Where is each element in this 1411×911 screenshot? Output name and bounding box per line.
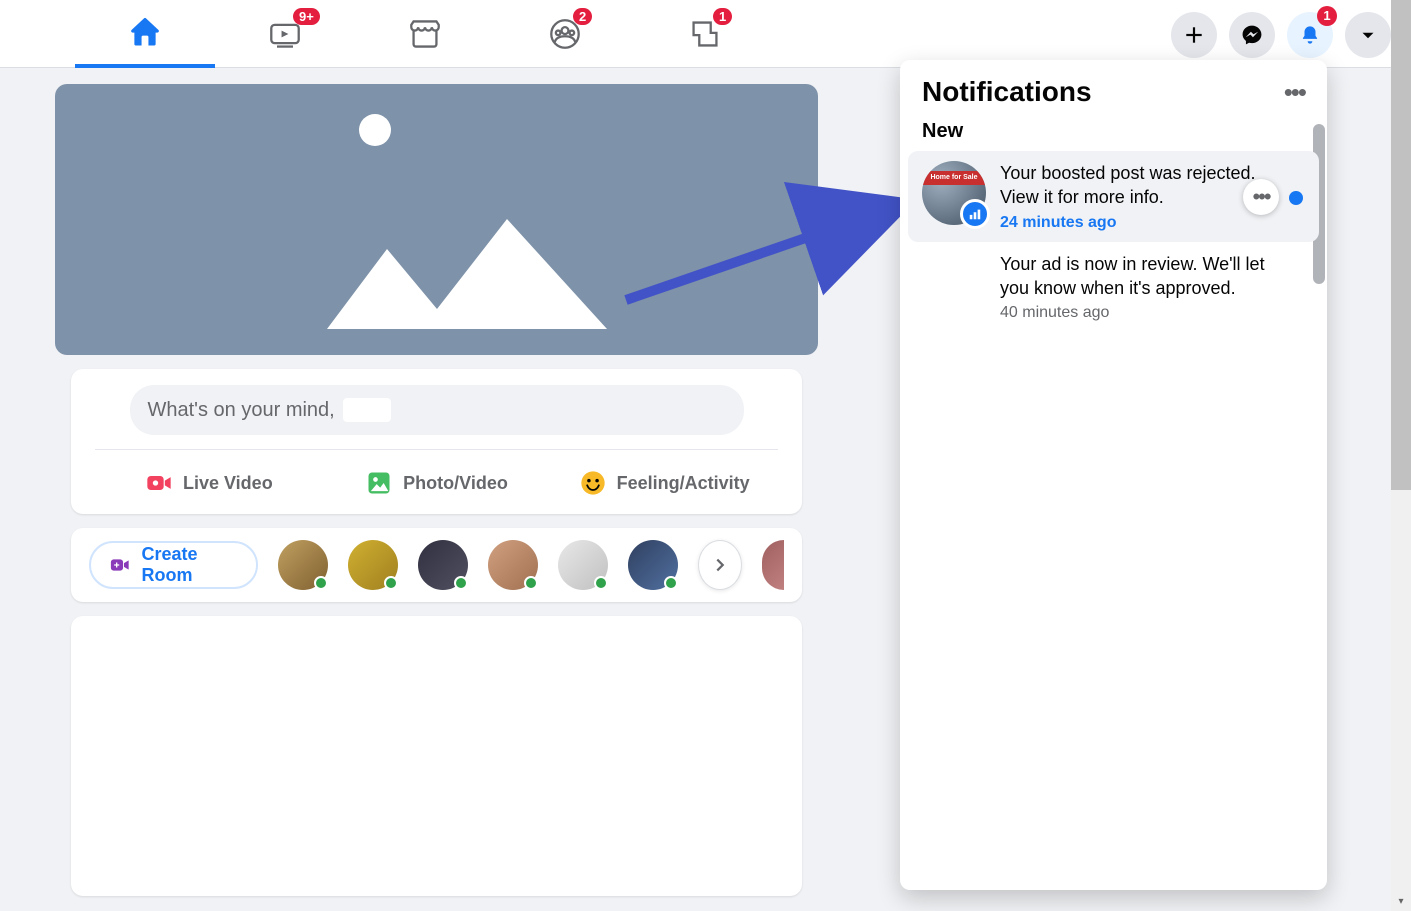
- room-friend-5[interactable]: [558, 540, 608, 590]
- page-scrollbar-thumb[interactable]: [1391, 0, 1411, 490]
- top-right-controls: 1: [1069, 12, 1391, 58]
- notification-item-1[interactable]: Home for Sale Your boosted post was reje…: [908, 151, 1319, 242]
- composer-name-redacted: [343, 398, 391, 422]
- notification-body: Your ad is now in review. We'll let you …: [1000, 252, 1305, 323]
- notification-item-2[interactable]: Your ad is now in review. We'll let you …: [908, 242, 1319, 333]
- home-icon: [129, 16, 161, 48]
- feeling-activity-label: Feeling/Activity: [617, 473, 750, 494]
- composer-input[interactable]: What's on your mind,: [130, 385, 744, 435]
- notification-text: Your boosted post was rejected. View it …: [1000, 161, 1261, 210]
- nav-tabs: 9+ 2 1: [75, 0, 775, 68]
- room-friend-1[interactable]: [278, 540, 328, 590]
- bell-icon: [1299, 24, 1321, 46]
- rooms-card: Create Room: [71, 528, 802, 602]
- live-video-label: Live Video: [183, 473, 273, 494]
- messenger-button[interactable]: [1229, 12, 1275, 58]
- feeling-icon: [579, 469, 607, 497]
- live-video-button[interactable]: Live Video: [95, 460, 323, 506]
- video-plus-icon: [109, 552, 131, 578]
- notifications-button[interactable]: 1: [1287, 12, 1333, 58]
- nav-tab-gaming[interactable]: 1: [635, 0, 775, 68]
- notification-time: 40 minutes ago: [1000, 304, 1295, 322]
- story-placeholder[interactable]: [55, 84, 818, 355]
- room-friend-6[interactable]: [628, 540, 678, 590]
- nav-tab-home[interactable]: [75, 0, 215, 68]
- notifications-header: Notifications •••: [900, 60, 1327, 120]
- photo-video-button[interactable]: Photo/Video: [323, 460, 551, 506]
- caret-down-icon: [1357, 24, 1379, 46]
- marketplace-icon: [409, 18, 441, 50]
- scroll-down-button[interactable]: ▾: [1391, 891, 1411, 911]
- composer-actions: Live Video Photo/Video Feeling/Activity: [95, 460, 778, 506]
- notification-thumbnail: Home for Sale: [922, 161, 986, 225]
- online-dot-icon: [524, 576, 538, 590]
- notifications-title: Notifications: [922, 76, 1092, 108]
- nav-tab-groups[interactable]: 2: [495, 0, 635, 68]
- nav-tab-watch[interactable]: 9+: [215, 0, 355, 68]
- notification-time: 24 minutes ago: [1000, 214, 1261, 232]
- notifications-more-button[interactable]: •••: [1284, 77, 1305, 108]
- placeholder-mountain-icon: [327, 219, 607, 329]
- online-dot-icon: [314, 576, 328, 590]
- online-dot-icon: [594, 576, 608, 590]
- composer-placeholder: What's on your mind,: [148, 399, 335, 422]
- online-dot-icon: [384, 576, 398, 590]
- create-room-button[interactable]: Create Room: [89, 541, 258, 589]
- placeholder-moon-icon: [359, 114, 391, 146]
- watch-badge: 9+: [293, 8, 320, 25]
- chevron-right-icon: [711, 556, 729, 574]
- notification-text: Your ad is now in review. We'll let you …: [1000, 252, 1295, 301]
- photo-icon: [365, 469, 393, 497]
- notification-item-more-button[interactable]: •••: [1243, 179, 1279, 215]
- photo-video-label: Photo/Video: [403, 473, 508, 494]
- feed-column: What's on your mind, Live Video Photo/Vi…: [55, 84, 818, 896]
- online-dot-icon: [664, 576, 678, 590]
- room-friend-2[interactable]: [348, 540, 398, 590]
- gaming-badge: 1: [713, 8, 732, 25]
- notifications-panel: Notifications ••• New Home for Sale Your…: [900, 60, 1327, 890]
- room-friend-4[interactable]: [488, 540, 538, 590]
- live-video-icon: [145, 469, 173, 497]
- online-dot-icon: [454, 576, 468, 590]
- unread-indicator-icon: [1289, 191, 1303, 205]
- account-button[interactable]: [1345, 12, 1391, 58]
- plus-icon: [1183, 24, 1205, 46]
- profile-chip[interactable]: [1069, 12, 1159, 58]
- feeling-activity-button[interactable]: Feeling/Activity: [550, 460, 778, 506]
- composer-card: What's on your mind, Live Video Photo/Vi…: [71, 369, 802, 514]
- messenger-icon: [1241, 24, 1263, 46]
- room-friend-3[interactable]: [418, 540, 468, 590]
- divider: [95, 449, 778, 450]
- groups-badge: 2: [573, 8, 592, 25]
- create-room-label: Create Room: [141, 544, 238, 586]
- chart-badge-icon: [960, 199, 990, 229]
- top-navigation: 9+ 2 1 1: [0, 0, 1411, 68]
- create-button[interactable]: [1171, 12, 1217, 58]
- notifications-section-new: New: [900, 120, 1327, 151]
- room-friend-overflow[interactable]: [762, 540, 784, 590]
- rooms-next-button[interactable]: [698, 540, 742, 590]
- nav-tab-marketplace[interactable]: [355, 0, 495, 68]
- feed-post-placeholder: [71, 616, 802, 896]
- notifications-count-badge: 1: [1317, 6, 1337, 26]
